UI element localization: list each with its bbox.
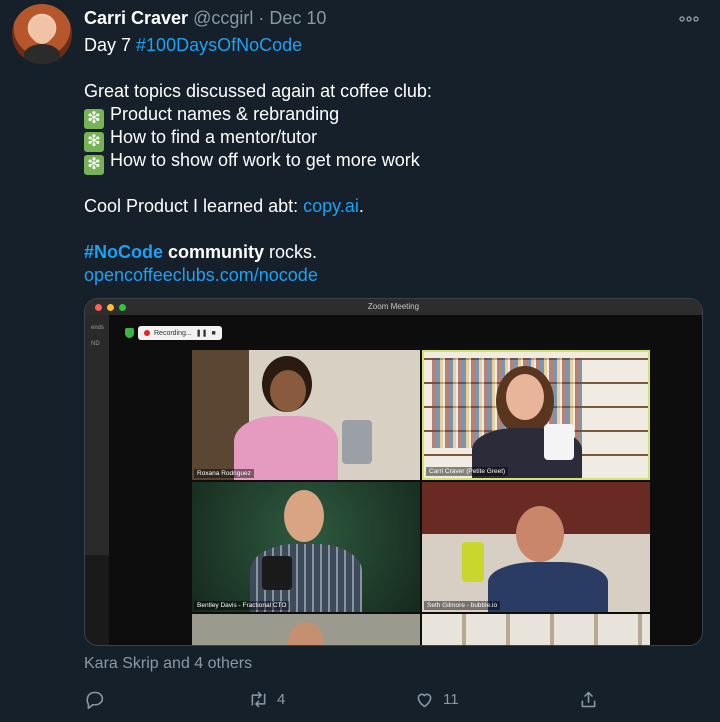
tweet-header: Carri Craver @ccgirl · Dec 10 (84, 8, 326, 29)
share-button[interactable] (578, 686, 599, 712)
bullet-item: ❇ How to find a mentor/tutor (84, 126, 694, 152)
retweet-button[interactable]: 4 (248, 686, 285, 712)
share-icon (581, 691, 596, 707)
like-count: 11 (443, 690, 459, 708)
participant-video (262, 556, 292, 590)
text-cool-product: Cool Product I learned abt: (84, 196, 304, 216)
header-separator: · (258, 8, 265, 28)
video-tile: Bentley Davis - Fractional CTO (192, 482, 420, 612)
participant-video (462, 542, 484, 582)
pause-icon: ❚❚ (195, 330, 208, 337)
sidebar-text: ND (91, 341, 100, 347)
video-tile: Roxana Rodriguez (192, 350, 420, 480)
bullet-text: Product names & rebranding (110, 104, 340, 124)
stop-icon: ■ (211, 329, 216, 337)
bullet-item: ❇ Product names & rebranding (84, 103, 694, 129)
retweet-icon (251, 691, 266, 707)
sparkle-icon: ❇ (84, 155, 104, 175)
shield-icon (125, 328, 134, 338)
author-avatar[interactable] (12, 4, 72, 64)
participant-video (342, 420, 372, 464)
participant-name: Roxana Rodriguez (194, 469, 254, 478)
video-tile (422, 614, 650, 645)
participant-video (270, 370, 306, 412)
participant-video (488, 562, 608, 612)
heart-icon (417, 693, 432, 707)
action-bar: 4 11 (84, 686, 604, 712)
recording-label: Recording... (154, 329, 192, 337)
text-rocks: rocks. (264, 242, 318, 262)
hashtag-100daysofnocode[interactable]: #100DaysOfNoCode (136, 35, 302, 55)
text-day: Day 7 (84, 35, 137, 55)
minimize-dot-icon (107, 304, 114, 311)
text-line: Great topics discussed again at coffee c… (84, 81, 432, 101)
recording-pill: Recording... ❚❚ ■ (138, 326, 222, 340)
text-line: Day 7 #100DaysOfNoCode (84, 34, 694, 57)
text-community: community (163, 242, 265, 262)
record-icon (144, 330, 150, 336)
participant-video (288, 622, 324, 645)
participant-video (506, 374, 544, 420)
text-line: #NoCode community rocks. (84, 241, 694, 264)
author-handle[interactable]: @ccgirl (193, 8, 253, 28)
participant-video (544, 424, 574, 460)
close-dot-icon (95, 304, 102, 311)
hashtag-nocode[interactable]: #NoCode (84, 242, 163, 262)
reply-icon (86, 691, 104, 709)
sidebar-text: ends (91, 325, 105, 331)
tweet-text: Day 7 #100DaysOfNoCode Great topics disc… (84, 34, 694, 287)
liked-by-text[interactable]: Kara Skrip and 4 others (84, 655, 252, 673)
link-copy-ai[interactable]: copy.ai (303, 196, 359, 216)
retweet-count: 4 (277, 690, 286, 708)
more-icon[interactable] (678, 8, 700, 29)
bullet-text: How to find a mentor/tutor (110, 127, 318, 147)
tweet-date[interactable]: Dec 10 (269, 8, 326, 28)
video-tile (192, 614, 420, 645)
participant-video (516, 506, 564, 562)
text-line: opencoffeeclubs.com/nocode (84, 264, 694, 287)
zoom-sidebar: ends ND (85, 315, 109, 555)
bullet-item: ❇ How to show off work to get more work (84, 149, 694, 175)
maximize-dot-icon (119, 304, 126, 311)
zoom-window-title: Zoom Meeting (367, 302, 420, 311)
bullet-text: How to show off work to get more work (110, 150, 420, 170)
author-name[interactable]: Carri Craver (84, 8, 188, 28)
participant-video (284, 490, 324, 542)
zoom-title-bar: Zoom Meeting (85, 299, 702, 315)
text-period: . (358, 196, 364, 216)
like-button[interactable]: 11 (414, 686, 459, 712)
participant-name: Seth Gilmore - bubble.io (424, 601, 501, 610)
video-tile-active: Carri Craver (Petite Greet) (422, 350, 650, 480)
tweet-media-image[interactable]: Zoom Meeting ends ND Recording... ❚❚ ■ R… (84, 298, 703, 646)
reply-button[interactable] (84, 686, 113, 712)
link-opencoffeeclubs[interactable]: opencoffeeclubs.com/nocode (84, 265, 318, 285)
participant-name: Carri Craver (Petite Greet) (426, 467, 509, 476)
recording-bar: Recording... ❚❚ ■ (125, 325, 222, 341)
text-line: Cool Product I learned abt: copy.ai. (84, 195, 694, 218)
video-tile: Seth Gilmore - bubble.io (422, 482, 650, 612)
participant-name: Bentley Davis - Fractional CTO (194, 601, 290, 610)
